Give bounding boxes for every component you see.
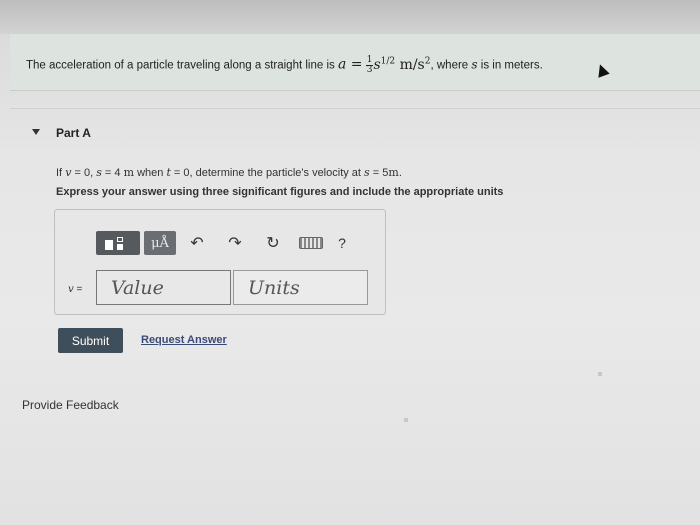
keyboard-icon xyxy=(299,237,323,249)
equation-toolbar: μÅ ↶ ↷ ↻ ? xyxy=(96,230,356,256)
templates-button[interactable] xyxy=(96,231,140,255)
undo-icon: ↶ xyxy=(190,235,204,252)
request-answer-link[interactable]: Request Answer xyxy=(141,334,227,346)
top-strip xyxy=(0,0,700,34)
reset-icon: ↻ xyxy=(266,235,280,252)
section-divider xyxy=(10,108,700,109)
problem-statement: The acceleration of a particle traveling… xyxy=(26,55,543,76)
undo-button[interactable]: ↶ xyxy=(180,231,214,255)
value-input[interactable]: Value xyxy=(96,270,231,305)
templates-icon xyxy=(101,235,135,251)
redo-button[interactable]: ↷ xyxy=(218,231,252,255)
part-title[interactable]: Part A xyxy=(56,126,91,140)
units-symbols-button[interactable]: μÅ xyxy=(144,231,176,255)
keyboard-button[interactable] xyxy=(294,231,328,255)
decorative-square xyxy=(598,372,602,376)
units-input[interactable]: Units xyxy=(233,270,368,305)
collapse-caret-icon[interactable] xyxy=(32,129,40,135)
question-text: If v = 0, s = 4 m when t = 0, determine … xyxy=(56,166,402,179)
help-button[interactable]: ? xyxy=(332,231,352,255)
redo-icon: ↷ xyxy=(228,235,242,252)
submit-button[interactable]: Submit xyxy=(58,328,123,353)
answer-instruction: Express your answer using three signific… xyxy=(56,186,504,198)
reset-button[interactable]: ↻ xyxy=(256,231,290,255)
answer-variable-label: v = xyxy=(68,284,83,295)
decorative-square xyxy=(404,418,408,422)
provide-feedback-link[interactable]: Provide Feedback xyxy=(22,398,119,412)
